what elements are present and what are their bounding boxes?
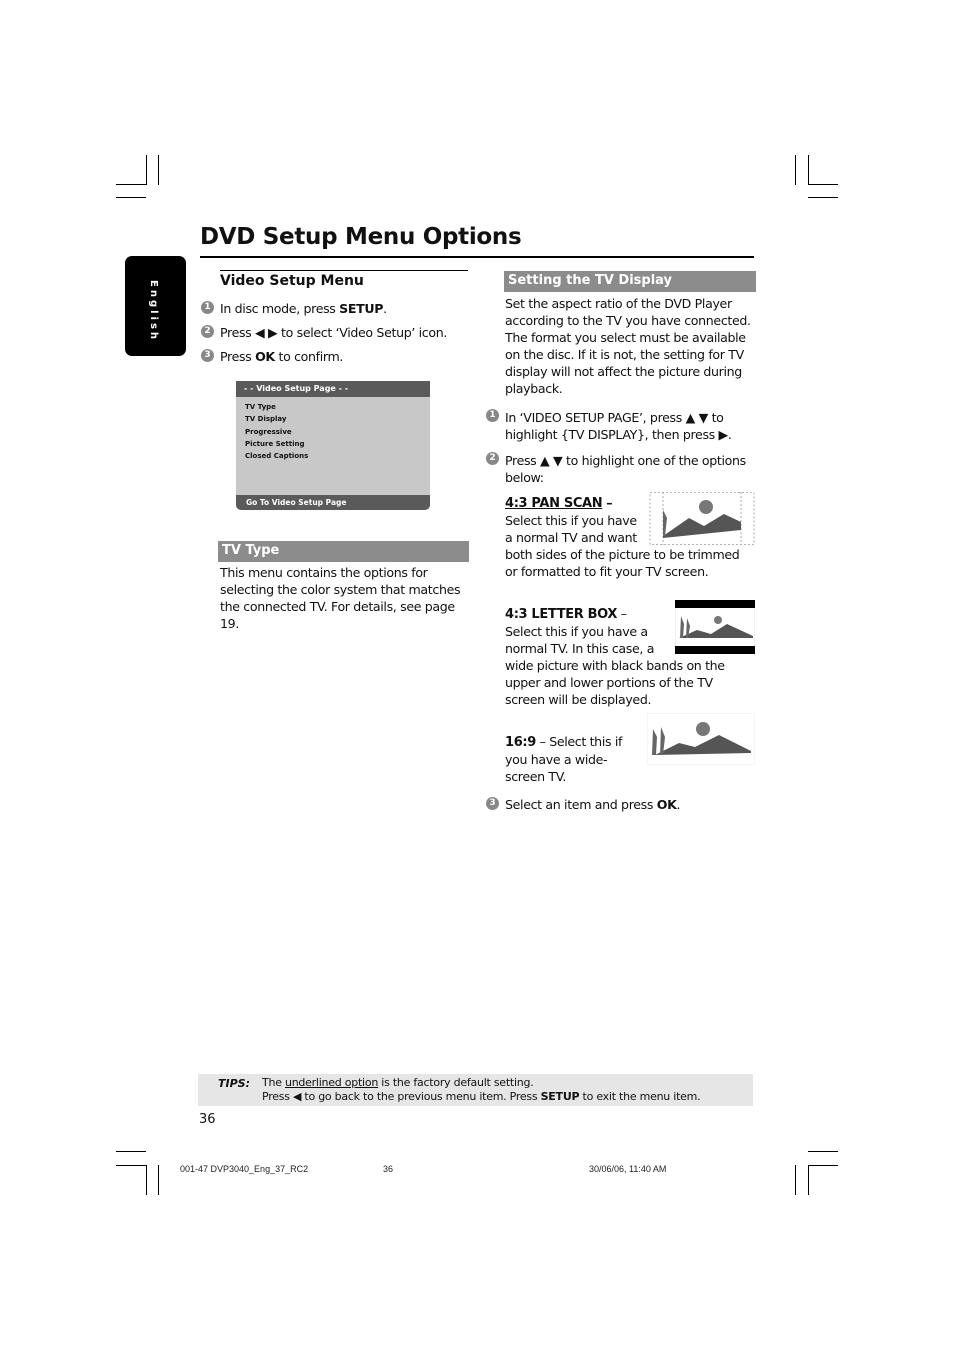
print-page-number: 36 [383, 1164, 394, 1174]
step-number-icon: 2 [201, 325, 214, 338]
step-number-icon: 3 [201, 349, 214, 362]
print-date: 30/06/06, 11:40 AM [589, 1164, 667, 1174]
osd-item-progressive: Progressive [245, 427, 292, 436]
osd-item-closed-captions: Closed Captions [245, 452, 309, 461]
crop-mark [116, 197, 146, 198]
widescreen-picture-icon [647, 713, 755, 765]
option-pan-scan: 4:3 PAN SCAN – Select this if you have a… [505, 492, 755, 580]
video-setup-step-3: Press OK to confirm. [220, 349, 344, 364]
crop-mark [808, 197, 838, 198]
tv-display-step-3: Select an item and press OK. [505, 797, 681, 812]
tv-display-heading: Setting the TV Display [504, 271, 756, 292]
tips-text: The underlined option is the factory def… [262, 1076, 701, 1103]
step-number-icon: 3 [486, 797, 499, 810]
option-widescreen: 16:9 – Select this if you have a wide-sc… [505, 713, 755, 785]
step-number-icon: 2 [486, 452, 499, 465]
crop-mark [146, 155, 147, 185]
tv-type-text: This menu contains the options for selec… [220, 565, 461, 631]
tv-display-intro: Set the aspect ratio of the DVD Player a… [505, 296, 751, 396]
video-setup-heading: Video Setup Menu [220, 273, 364, 289]
osd-item-picture-setting: Picture Setting [245, 439, 305, 448]
crop-mark [158, 1165, 159, 1195]
crop-mark [158, 155, 159, 185]
language-label: English [148, 280, 159, 343]
osd-item-tv-display: TV Display [245, 415, 287, 424]
page-number: 36 [199, 1112, 216, 1127]
crop-mark [146, 1165, 147, 1195]
tv-display-step-2: Press ▲ ▼ to highlight one of the option… [505, 453, 746, 485]
step-number-icon: 1 [201, 301, 214, 314]
page-title: DVD Setup Menu Options [200, 224, 522, 250]
osd-footer: Go To Video Setup Page [236, 495, 430, 510]
tv-display-step-1: In ‘VIDEO SETUP PAGE’, press ▲ ▼ to high… [505, 410, 732, 442]
crop-mark [795, 155, 796, 185]
crop-mark [116, 184, 146, 185]
crop-mark [808, 1165, 809, 1195]
crop-mark [808, 184, 838, 185]
video-setup-step-2: Press ◀ ▶ to select ‘Video Setup’ icon. [220, 325, 448, 340]
tv-type-heading: TV Type [218, 541, 469, 562]
option-letter-box: 4:3 LETTER BOX – Select this if you have… [505, 599, 756, 708]
video-setup-step-1: In disc mode, press SETUP. [220, 301, 387, 316]
video-setup-osd-screenshot: - - Video Setup Page - - TV Type TV Disp… [236, 381, 430, 510]
tips-box: TIPS: The underlined option is the facto… [198, 1074, 753, 1106]
step-number-icon: 1 [486, 409, 499, 422]
crop-mark [116, 1165, 146, 1166]
crop-mark [808, 1151, 838, 1152]
tips-label: TIPS: [218, 1077, 250, 1090]
section-divider [220, 270, 468, 271]
crop-mark [116, 1151, 146, 1152]
letter-box-picture-icon [674, 599, 756, 655]
osd-header: - - Video Setup Page - - [236, 381, 430, 397]
print-file-name: 001-47 DVP3040_Eng_37_RC2 [180, 1164, 309, 1174]
crop-mark [808, 155, 809, 185]
pan-scan-picture-icon [649, 492, 755, 546]
title-divider [200, 256, 754, 258]
crop-mark [795, 1165, 796, 1195]
osd-item-tv-type: TV Type [245, 403, 276, 411]
crop-mark [808, 1165, 838, 1166]
language-tab: English [125, 256, 186, 356]
